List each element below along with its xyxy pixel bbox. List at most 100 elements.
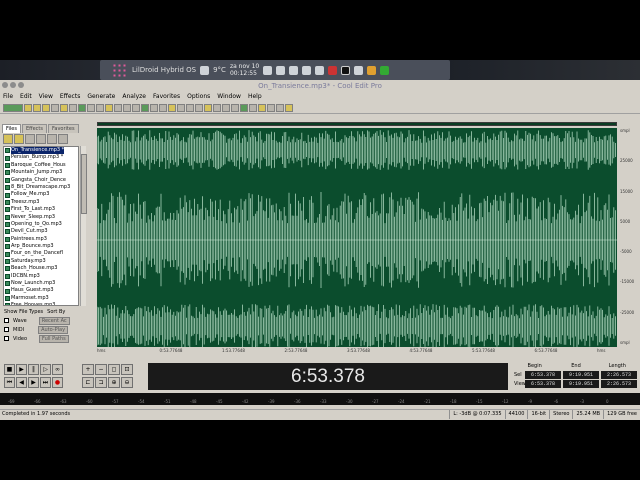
toolbar-button[interactable] <box>231 103 239 112</box>
zoom-selection-icon[interactable]: ⊡ <box>121 364 133 375</box>
menu-effects[interactable]: Effects <box>60 92 80 102</box>
go-to-end-icon[interactable]: ⏭ <box>40 377 51 388</box>
toolbar-button[interactable] <box>240 103 248 112</box>
camera-icon[interactable] <box>276 65 286 75</box>
sort-by-select[interactable]: Recent Ac <box>38 316 70 325</box>
toolbar-button[interactable] <box>51 103 59 112</box>
menu-view[interactable]: View <box>39 92 53 102</box>
maximize-icon[interactable] <box>18 82 24 88</box>
stop-icon[interactable]: ■ <box>4 364 15 375</box>
menu-window[interactable]: Window <box>217 92 241 102</box>
file-list-item[interactable]: Saturday.mp3 <box>4 258 78 265</box>
file-list-item[interactable]: Haus_Guest.mp3 <box>4 287 78 294</box>
waveform-display[interactable] <box>97 128 617 347</box>
screenshot-icon[interactable] <box>354 65 364 75</box>
menu-analyze[interactable]: Analyze <box>122 92 146 102</box>
file-list-item[interactable]: Now_Launch.mp3 <box>4 280 78 287</box>
close-icon[interactable] <box>2 82 8 88</box>
go-to-start-icon[interactable]: ⏮ <box>4 377 15 388</box>
remove-file-icon[interactable] <box>58 134 68 144</box>
toolbar-button[interactable] <box>78 103 86 112</box>
file-list-item[interactable]: Arp_Bounce.mp3 <box>4 243 78 250</box>
video-checkbox[interactable] <box>4 336 9 341</box>
zoom-full-icon[interactable]: ◻ <box>108 364 120 375</box>
toolbar-button[interactable] <box>258 103 266 112</box>
file-list-item[interactable]: Treesz.mp3 <box>4 199 78 206</box>
multitrack-toggle-icon[interactable] <box>3 103 23 112</box>
toolbar-button[interactable] <box>150 103 158 112</box>
file-list-item[interactable]: First_To_Last.mp3 <box>4 206 78 213</box>
file-list-item[interactable]: Never_Sleep.mp3 <box>4 214 78 221</box>
edit-file-icon[interactable] <box>47 134 57 144</box>
loop-icon[interactable]: ∞ <box>52 364 63 375</box>
file-list-item[interactable]: Gangsta_Choir_Dence <box>4 177 78 184</box>
sel-end[interactable]: 9:19.951 <box>563 370 599 379</box>
toolbar-button[interactable] <box>204 103 212 112</box>
open-file-icon[interactable] <box>3 134 13 144</box>
open-file-icon[interactable] <box>33 103 41 112</box>
window-titlebar[interactable]: On_Transience.mp3* - Cool Edit Pro <box>0 80 640 92</box>
record-icon[interactable] <box>328 65 338 75</box>
save-icon[interactable] <box>42 103 50 112</box>
app-grid-icon[interactable] <box>112 63 128 77</box>
import-icon[interactable] <box>14 134 24 144</box>
time-ruler[interactable]: hms 0:53.77648 1:53.77648 2:53.77648 3:53.77… <box>97 348 617 354</box>
file-list-scrollbar[interactable] <box>80 146 87 306</box>
toolbar-button[interactable] <box>267 103 275 112</box>
view-length[interactable]: 2:26.573 <box>601 379 637 388</box>
toolbar-button[interactable] <box>87 103 95 112</box>
file-list-item[interactable]: Free_Hooves.mp3 <box>4 302 78 305</box>
toolbar-button[interactable] <box>123 103 131 112</box>
rewind-icon[interactable]: ◀ <box>16 377 27 388</box>
record-icon[interactable]: ● <box>52 377 63 388</box>
pause-icon[interactable]: ‖ <box>28 364 39 375</box>
tab-favorites[interactable]: Favorites <box>47 124 79 133</box>
file-list-item[interactable]: Mountain_Jump.mp3 <box>4 169 78 176</box>
close-file-icon[interactable] <box>25 134 35 144</box>
toolbar-button[interactable] <box>114 103 122 112</box>
toolbar-button[interactable] <box>177 103 185 112</box>
file-list-item[interactable]: On_Transience.mp3 * <box>4 147 78 155</box>
toolbar-button[interactable] <box>60 103 68 112</box>
file-list-item[interactable]: Baroque_Coffee_Hous <box>4 162 78 169</box>
clock[interactable]: za nov 10 00:12:55 <box>230 63 259 77</box>
zoom-in-icon[interactable]: + <box>82 364 94 375</box>
toolbar-button[interactable] <box>132 103 140 112</box>
file-list[interactable]: On_Transience.mp3 * Persian_Bump.mp3 * Bar… <box>3 146 79 306</box>
auto-play-button[interactable]: Auto-Play <box>38 325 69 334</box>
file-list-item[interactable]: Follow_Me.mp3 <box>4 191 78 198</box>
menu-edit[interactable]: Edit <box>20 92 32 102</box>
terminal-icon[interactable] <box>341 65 351 75</box>
file-list-item[interactable]: Paintrees.mp3 <box>4 236 78 243</box>
play-file-icon[interactable] <box>36 134 46 144</box>
toolbar-button[interactable] <box>222 103 230 112</box>
toolbar-button[interactable] <box>96 103 104 112</box>
battery-icon[interactable] <box>302 65 312 75</box>
toolbar-button[interactable] <box>249 103 257 112</box>
zoom-vertical-in-icon[interactable]: ⊕ <box>108 377 120 388</box>
sel-length[interactable]: 2:26.573 <box>601 370 637 379</box>
zoom-left-icon[interactable]: ⊏ <box>82 377 94 388</box>
view-begin[interactable]: 6:53.378 <box>525 379 561 388</box>
play-to-end-icon[interactable]: ▷ <box>40 364 51 375</box>
toolbar-button[interactable] <box>276 103 284 112</box>
menu-generate[interactable]: Generate <box>87 92 115 102</box>
toolbar-button[interactable] <box>195 103 203 112</box>
file-list-item[interactable]: Persian_Bump.mp3 * <box>4 154 78 161</box>
menu-help[interactable]: Help <box>248 92 262 102</box>
full-paths-button[interactable]: Full Paths <box>39 334 69 343</box>
toolbar-button[interactable] <box>141 103 149 112</box>
sync-icon[interactable] <box>380 65 390 75</box>
menu-options[interactable]: Options <box>187 92 210 102</box>
file-list-item[interactable]: IDCBN.mp3 <box>4 273 78 280</box>
view-end[interactable]: 9:19.951 <box>563 379 599 388</box>
file-list-item[interactable]: Opening_to_Qo.mp3 <box>4 221 78 228</box>
toolbar-button[interactable] <box>159 103 167 112</box>
bluetooth-icon[interactable] <box>263 65 273 75</box>
toolbar-button[interactable] <box>186 103 194 112</box>
menu-favorites[interactable]: Favorites <box>153 92 180 102</box>
new-file-icon[interactable] <box>24 103 32 112</box>
volume-icon[interactable] <box>315 65 325 75</box>
zoom-vertical-out-icon[interactable]: ⊖ <box>121 377 133 388</box>
file-list-item[interactable]: Beach_House.mp3 <box>4 265 78 272</box>
